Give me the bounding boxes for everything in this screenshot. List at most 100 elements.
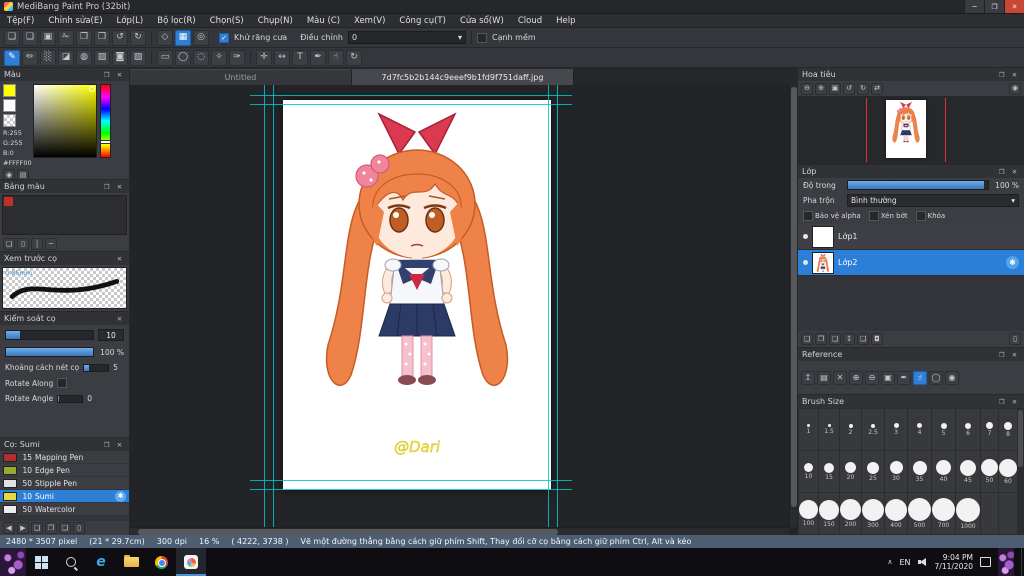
vertical-scrollbar[interactable] bbox=[789, 85, 797, 527]
brush-size-option[interactable]: 10 bbox=[799, 451, 818, 492]
color-sliders-icon[interactable]: ▤ bbox=[17, 169, 29, 179]
duplicate-layer-icon[interactable]: ❐ bbox=[815, 333, 827, 345]
color-cursor[interactable] bbox=[89, 86, 95, 92]
menu-cloud[interactable]: Cloud bbox=[511, 16, 549, 26]
layer-settings-gear-icon[interactable]: ✱ bbox=[1006, 256, 1019, 269]
menu-layer[interactable]: Lớp(L) bbox=[110, 16, 151, 26]
sort-vertical-icon[interactable]: │ bbox=[31, 238, 43, 250]
brush-size-option[interactable]: 20 bbox=[840, 451, 861, 492]
layer-opacity-slider[interactable] bbox=[847, 180, 989, 190]
brush-size-option[interactable]: 2 bbox=[840, 409, 861, 450]
circle-select-icon[interactable]: ◯ bbox=[929, 370, 943, 385]
menu-help[interactable]: Help bbox=[549, 16, 582, 26]
actual-size-icon[interactable]: ▣ bbox=[881, 370, 895, 385]
float-panel-icon[interactable]: ❐ bbox=[996, 69, 1007, 80]
brush-item-edge-pen[interactable]: 10 Edge Pen bbox=[0, 464, 129, 477]
close-panel-icon[interactable]: ✕ bbox=[114, 181, 125, 192]
taskbar-search-button[interactable] bbox=[56, 548, 86, 576]
float-panel-icon[interactable]: ❐ bbox=[996, 396, 1007, 407]
palette-swatch[interactable] bbox=[4, 197, 13, 206]
zoom-out-icon[interactable]: ⊖ bbox=[801, 82, 813, 95]
layer-camera-icon[interactable]: ◘ bbox=[871, 333, 883, 345]
layer-folder-icon[interactable]: ❏ bbox=[857, 333, 869, 345]
protect-alpha-checkbox[interactable] bbox=[803, 211, 813, 221]
brush-size-option[interactable]: 8 bbox=[999, 409, 1017, 450]
speaker-icon[interactable] bbox=[917, 557, 928, 567]
taskbar-chrome-button[interactable] bbox=[146, 548, 176, 576]
tab-untitled[interactable]: Untitled bbox=[130, 69, 352, 85]
scrollbar-thumb[interactable] bbox=[1018, 410, 1023, 468]
brush-size-option[interactable]: 35 bbox=[908, 451, 931, 492]
brush-size-option[interactable]: 50 bbox=[981, 451, 998, 492]
bucket-tool-icon[interactable]: ◙ bbox=[112, 49, 128, 66]
eraser-tool-icon[interactable]: ◪ bbox=[58, 49, 74, 66]
brush-size-option[interactable]: 400 bbox=[885, 493, 907, 534]
save-icon[interactable]: ▣ bbox=[40, 29, 56, 46]
taskbar-clock[interactable]: 9:04 PM 7/11/2020 bbox=[935, 553, 973, 571]
action-center-icon[interactable] bbox=[980, 557, 991, 567]
color-wheel-icon[interactable]: ◉ bbox=[3, 169, 15, 179]
menu-tools[interactable]: Công cụ(T) bbox=[392, 16, 453, 26]
transparent-color-swatch[interactable] bbox=[3, 114, 16, 127]
copy-icon[interactable]: ❐ bbox=[76, 29, 92, 46]
prev-brush-icon[interactable]: ◀ bbox=[3, 522, 15, 534]
gradient-tool-icon[interactable]: ▧ bbox=[130, 49, 146, 66]
hue-slider[interactable] bbox=[100, 84, 111, 158]
menu-edit[interactable]: Chỉnh sửa(E) bbox=[41, 16, 109, 26]
clear-reference-icon[interactable]: ✕ bbox=[833, 370, 847, 385]
brush-size-option[interactable]: 30 bbox=[885, 451, 907, 492]
blur-tool-icon[interactable]: ◍ bbox=[76, 49, 92, 66]
clipping-checkbox[interactable] bbox=[868, 211, 879, 221]
reset-view-icon[interactable]: ◉ bbox=[1009, 82, 1021, 95]
navigator-preview[interactable] bbox=[798, 96, 1024, 164]
brush-size-option[interactable]: 1000 bbox=[956, 493, 980, 534]
menu-color[interactable]: Màu (C) bbox=[300, 16, 347, 26]
maximize-button[interactable]: ❐ bbox=[984, 0, 1004, 13]
float-panel-icon[interactable]: ❐ bbox=[996, 349, 1007, 360]
brush-size-option[interactable]: 700 bbox=[932, 493, 955, 534]
menu-snap[interactable]: Chụp(N) bbox=[251, 16, 300, 26]
minimize-button[interactable]: ─ bbox=[964, 0, 984, 13]
airbrush-tool-icon[interactable]: ░ bbox=[40, 49, 56, 66]
fill-tool-icon[interactable]: ▨ bbox=[94, 49, 110, 66]
brush-item-sumi[interactable]: 10 Sumi ✱ bbox=[0, 490, 129, 503]
add-brush-icon[interactable]: ❑ bbox=[31, 522, 43, 534]
brush-size-option[interactable]: 2.5 bbox=[862, 409, 884, 450]
brush-item-mapping-pen[interactable]: 15 Mapping Pen bbox=[0, 451, 129, 464]
trash-icon[interactable]: ▯ bbox=[73, 522, 85, 534]
snap-circle-icon[interactable]: ◎ bbox=[193, 29, 209, 46]
layer-visibility-icon[interactable] bbox=[803, 234, 808, 239]
brush-size-option[interactable]: 1.5 bbox=[819, 409, 839, 450]
import-reference-icon[interactable]: ↥ bbox=[801, 370, 815, 385]
brush-opacity-slider[interactable] bbox=[5, 347, 94, 357]
brush-size-option[interactable]: 150 bbox=[819, 493, 839, 534]
float-panel-icon[interactable]: ❐ bbox=[996, 166, 1007, 177]
layer-visibility-icon[interactable] bbox=[803, 260, 808, 265]
brush-size-option[interactable]: 200 bbox=[840, 493, 861, 534]
open-icon[interactable]: ❏ bbox=[22, 29, 38, 46]
float-panel-icon[interactable]: ❐ bbox=[101, 69, 112, 80]
brush-item-watercolor[interactable]: 50 Watercolor bbox=[0, 503, 129, 516]
brush-size-option[interactable]: 500 bbox=[908, 493, 931, 534]
new-folder-icon[interactable]: ❑ bbox=[829, 333, 841, 345]
paste-icon[interactable]: ❒ bbox=[94, 29, 110, 46]
brush-size-option[interactable]: 15 bbox=[819, 451, 839, 492]
brush-size-option[interactable]: 45 bbox=[956, 451, 980, 492]
menu-select[interactable]: Chọn(S) bbox=[203, 16, 251, 26]
menu-filter[interactable]: Bộ lọc(R) bbox=[150, 16, 203, 26]
brush-size-option[interactable]: 7 bbox=[981, 409, 998, 450]
menu-file[interactable]: Tệp(F) bbox=[0, 16, 41, 26]
scrollbar-thumb[interactable] bbox=[138, 529, 558, 535]
lasso-icon[interactable]: ◌ bbox=[193, 49, 209, 66]
brush-size-option[interactable]: 6 bbox=[956, 409, 980, 450]
zoom-in-icon[interactable]: ⊕ bbox=[815, 82, 827, 95]
start-button[interactable] bbox=[26, 548, 56, 576]
brush-size-option[interactable]: 5 bbox=[932, 409, 955, 450]
pencil-tool-icon[interactable]: ✏ bbox=[22, 49, 38, 66]
saturation-value-picker[interactable] bbox=[33, 84, 97, 158]
target-icon[interactable]: ◉ bbox=[945, 370, 959, 385]
rotate-right-icon[interactable]: ↻ bbox=[857, 82, 869, 95]
actual-size-icon[interactable]: ▣ bbox=[829, 82, 841, 95]
blend-mode-dropdown[interactable]: Bình thường ▾ bbox=[847, 194, 1019, 207]
hidden-icons-chevron-icon[interactable]: ∧ bbox=[887, 558, 892, 566]
